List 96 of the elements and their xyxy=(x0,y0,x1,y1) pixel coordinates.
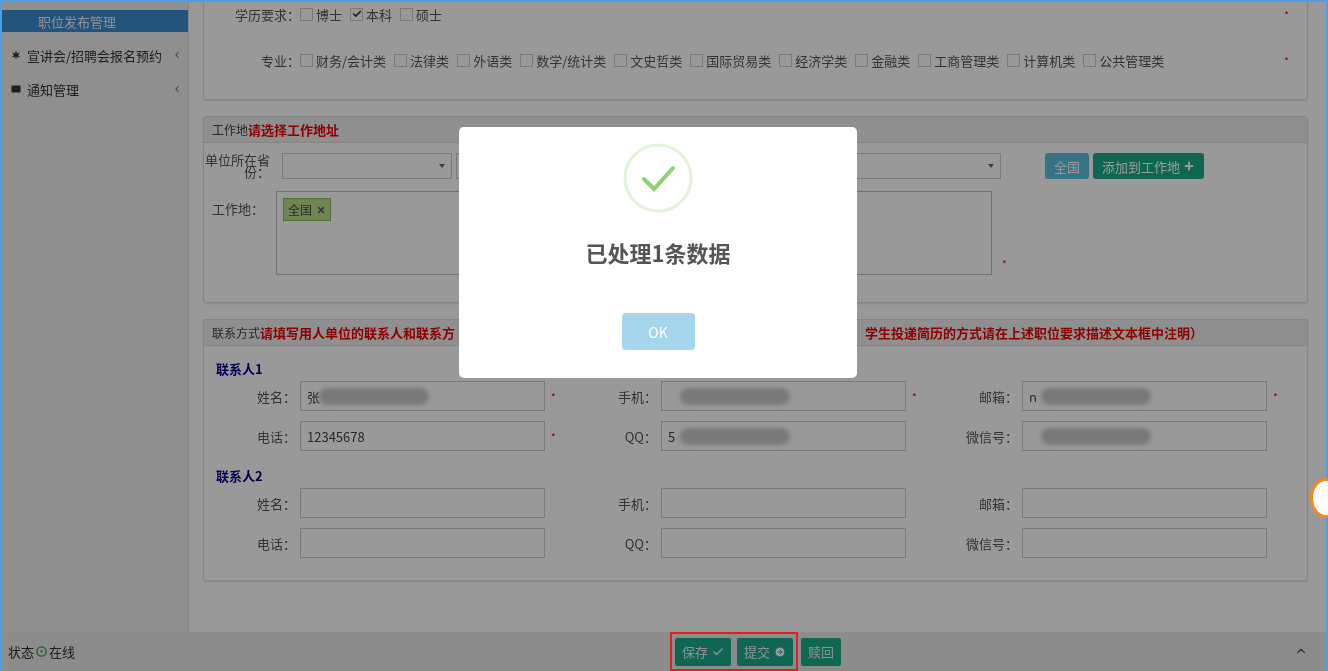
field-label: 专业： xyxy=(260,50,300,70)
option-label: 外语类 xyxy=(473,50,513,70)
field-label: 手机： xyxy=(617,386,658,406)
field-label: 学历要求： xyxy=(234,4,300,24)
field-value: 张 xyxy=(307,386,320,406)
option-label: 博士 xyxy=(316,4,342,24)
field-label: 单位所在省份： xyxy=(204,154,270,178)
asterisk-icon xyxy=(10,49,22,61)
required-mark: * xyxy=(912,388,917,404)
input-field[interactable]: n xyxy=(1022,381,1267,411)
status-label: 状态 xyxy=(8,642,34,661)
panel-title: 工作地 xyxy=(212,121,248,138)
contact-title: 联系人1 xyxy=(216,359,263,378)
input-field[interactable] xyxy=(661,528,906,558)
input-field[interactable]: 张 xyxy=(300,381,545,411)
province-select[interactable] xyxy=(282,153,452,179)
sidebar-item[interactable]: 职位发布管理 xyxy=(2,10,188,32)
action-button[interactable]: 赎回 xyxy=(801,637,841,666)
checkbox[interactable] xyxy=(690,53,704,67)
option-label: 数学/统计类 xyxy=(536,50,607,70)
field-value: n xyxy=(1029,386,1037,406)
option-label: 硕士 xyxy=(416,4,443,24)
option-label: 金融类 xyxy=(871,50,911,70)
required-mark: * xyxy=(1284,6,1290,22)
input-field[interactable]: 5 xyxy=(661,421,906,451)
option-label: 计算机类 xyxy=(1023,50,1076,70)
field-label: 姓名： xyxy=(256,493,297,513)
input-field[interactable] xyxy=(300,488,545,518)
field-label: 邮箱： xyxy=(978,493,1019,513)
action-button[interactable]: 保存 xyxy=(674,637,731,666)
arrow-circle-icon xyxy=(774,645,786,658)
input-field[interactable] xyxy=(1022,421,1267,451)
action-button[interactable]: 提交 xyxy=(737,637,793,666)
option-label: 公共管理类 xyxy=(1099,50,1165,70)
success-check-icon xyxy=(622,142,694,214)
field-label: QQ： xyxy=(623,533,658,553)
input-field[interactable] xyxy=(661,381,906,411)
checkbox[interactable] xyxy=(614,53,628,67)
checkbox[interactable] xyxy=(300,53,313,67)
checkbox[interactable] xyxy=(300,7,313,21)
field-label: 工作地： xyxy=(211,198,264,218)
checkbox[interactable] xyxy=(918,53,932,67)
field-label: 电话： xyxy=(256,533,297,553)
checkbox[interactable] xyxy=(855,53,869,67)
plus-icon xyxy=(1183,160,1196,172)
dialog-message: 已处理1条数据 xyxy=(585,236,731,268)
field-label: 邮箱： xyxy=(978,386,1019,406)
check-icon xyxy=(351,9,362,19)
location-tag: 全国 xyxy=(283,198,331,221)
field-value: 12345678 xyxy=(307,426,365,446)
checkbox[interactable] xyxy=(400,7,414,21)
hint-text: 请选择工作地址 xyxy=(248,120,340,139)
input-field[interactable] xyxy=(1022,528,1267,558)
envelope-icon xyxy=(10,83,22,95)
option-label: 法律类 xyxy=(410,50,450,70)
checkbox[interactable] xyxy=(520,53,534,67)
option-label: 文史哲类 xyxy=(630,50,683,70)
required-mark: * xyxy=(551,428,556,444)
field-value: 5 xyxy=(668,426,676,446)
checkbox[interactable] xyxy=(350,7,363,21)
contact-title: 联系人2 xyxy=(216,466,263,485)
required-mark: * xyxy=(1002,256,1007,273)
input-field[interactable]: 12345678 xyxy=(300,421,545,451)
field-label: 手机： xyxy=(617,493,658,513)
hint-text: 学生投递简历的方式请在上述职位要求描述文本框中注明） xyxy=(865,323,1204,342)
checkbox[interactable] xyxy=(1083,53,1097,67)
ok-button[interactable]: OK xyxy=(621,313,695,350)
field-label: 姓名： xyxy=(256,386,297,406)
required-mark: * xyxy=(1284,52,1290,68)
sidebar-item[interactable]: 宣讲会/招聘会报名预约 xyxy=(2,38,188,72)
option-label: 财务/会计类 xyxy=(316,50,387,70)
hint-text: 请填写用人单位的联系人和联系方 xyxy=(260,323,456,342)
checkbox[interactable] xyxy=(779,53,793,67)
option-label: 本科 xyxy=(366,4,393,24)
sidebar-item[interactable]: 通知管理 xyxy=(2,72,188,106)
checkbox[interactable] xyxy=(1007,53,1021,67)
field-label: QQ： xyxy=(623,426,658,446)
checkbox[interactable] xyxy=(457,53,471,67)
required-mark: * xyxy=(551,388,556,404)
field-label: 电话： xyxy=(256,426,297,446)
required-mark: * xyxy=(1273,388,1278,404)
field-label: 微信号： xyxy=(965,426,1019,446)
status-text: 在线 xyxy=(49,642,76,661)
option-label: 工商管理类 xyxy=(934,50,1000,70)
input-field[interactable] xyxy=(300,528,545,558)
field-label: 微信号： xyxy=(965,533,1019,553)
option-label: 国际贸易类 xyxy=(706,50,772,70)
checkbox[interactable] xyxy=(394,53,408,67)
remove-icon[interactable] xyxy=(316,204,326,215)
check-icon xyxy=(712,645,724,658)
add-button[interactable]: 添加到工作地 xyxy=(1093,153,1205,179)
panel-title: 联系方式 xyxy=(212,324,260,341)
add-button[interactable]: 全国 xyxy=(1045,153,1089,179)
option-label: 经济学类 xyxy=(795,50,848,70)
input-field[interactable] xyxy=(1022,488,1267,518)
input-field[interactable] xyxy=(661,488,906,518)
